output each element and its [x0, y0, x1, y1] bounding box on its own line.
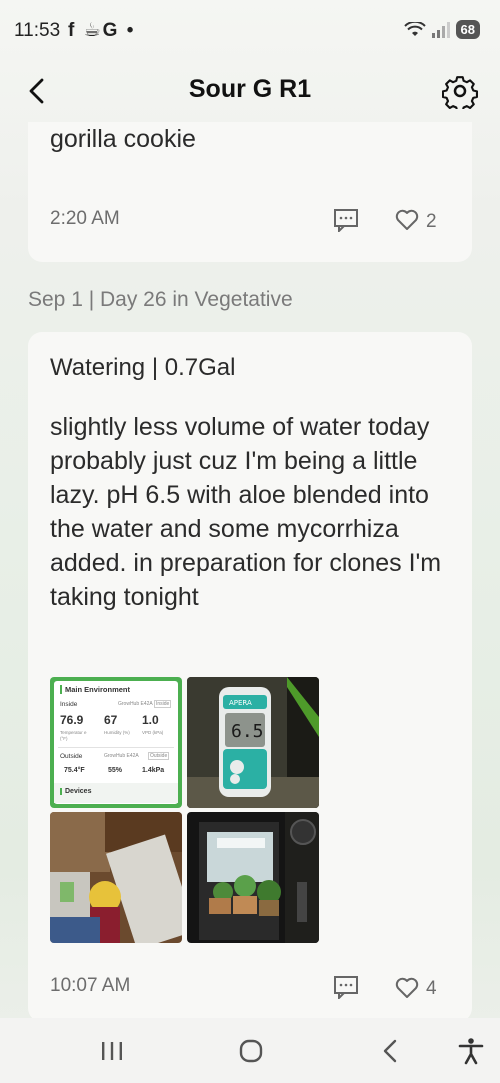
- system-nav-bar: [0, 1018, 500, 1083]
- comment-icon[interactable]: [333, 208, 359, 232]
- page-title: Sour G R1: [188, 75, 312, 103]
- home-icon[interactable]: [236, 1036, 266, 1066]
- app-header: Sour G R1: [0, 60, 500, 122]
- env-device: GrowHub E42A: [118, 701, 153, 707]
- env-out-temp: 75.4°F: [64, 767, 85, 774]
- signal-icon: [431, 21, 450, 38]
- comment-icon[interactable]: [333, 975, 359, 999]
- env-outside-label: Outside: [60, 753, 83, 760]
- env-vpd: 1.0: [142, 713, 159, 727]
- grow-tent-image: [187, 812, 319, 943]
- notification-icons: f ☕G •: [68, 20, 136, 41]
- env-humidity: 67: [104, 713, 118, 727]
- env-temp-label: Temperatur e (°F): [60, 730, 87, 741]
- gear-icon[interactable]: [442, 73, 478, 109]
- entry-time: 2:20 AM: [50, 208, 120, 229]
- env-device-outside: GrowHub E42A: [104, 753, 139, 759]
- meter-brand: APERA: [229, 699, 252, 707]
- recent-apps-icon[interactable]: [97, 1036, 127, 1066]
- env-devices-label: Devices: [60, 788, 91, 795]
- status-time: 11:53: [14, 20, 61, 41]
- entry-text: slightly less volume of water today prob…: [50, 413, 442, 611]
- status-right: 68: [403, 20, 480, 39]
- ph-meter-image: 6.5 APERA: [187, 677, 319, 808]
- wifi-icon: [403, 21, 426, 36]
- status-bar: 11:53 f ☕G • 68: [0, 0, 500, 60]
- photo-ph-meter[interactable]: 6.5 APERA: [187, 677, 319, 808]
- photo-room[interactable]: [50, 812, 182, 943]
- env-humidity-label: Humidity (%): [104, 730, 130, 735]
- previous-entry-card[interactable]: gorilla cookie 2:20 AM 2: [28, 122, 472, 262]
- heart-icon[interactable]: [395, 209, 419, 231]
- entry-time: 10:07 AM: [50, 975, 131, 996]
- heart-icon[interactable]: [395, 977, 419, 999]
- entry-text: gorilla cookie: [50, 125, 196, 153]
- env-inside-label: Inside: [60, 701, 78, 708]
- entry-title: Watering | 0.7Gal: [50, 354, 236, 381]
- env-inside-tag: Inside: [154, 700, 172, 708]
- like-count: 2: [426, 211, 437, 232]
- room-image: [50, 812, 182, 943]
- environment-panel: Main Environment Inside GrowHub E42A Ins…: [54, 681, 178, 804]
- accessibility-icon[interactable]: [456, 1036, 486, 1066]
- entry-card[interactable]: Watering | 0.7Gal slightly less volume o…: [28, 332, 472, 1022]
- env-out-humidity: 55%: [108, 767, 123, 774]
- env-outside-tag: Outside: [148, 752, 170, 760]
- photo-environment-screenshot[interactable]: Main Environment Inside GrowHub E42A Ins…: [50, 677, 182, 808]
- date-header: Sep 1 | Day 26 in Vegetative: [28, 288, 293, 311]
- system-back-icon[interactable]: [376, 1036, 406, 1066]
- env-temp: 76.9: [60, 713, 84, 727]
- ph-reading: 6.5: [231, 721, 264, 742]
- env-out-vpd: 1.4kPa: [142, 767, 165, 774]
- env-heading: Main Environment: [60, 685, 130, 694]
- like-count: 4: [426, 978, 437, 999]
- photo-grow-tent[interactable]: [187, 812, 319, 943]
- env-divider: [58, 747, 174, 748]
- battery-indicator: 68: [455, 20, 480, 39]
- env-vpd-label: VPD (kPa): [142, 730, 164, 735]
